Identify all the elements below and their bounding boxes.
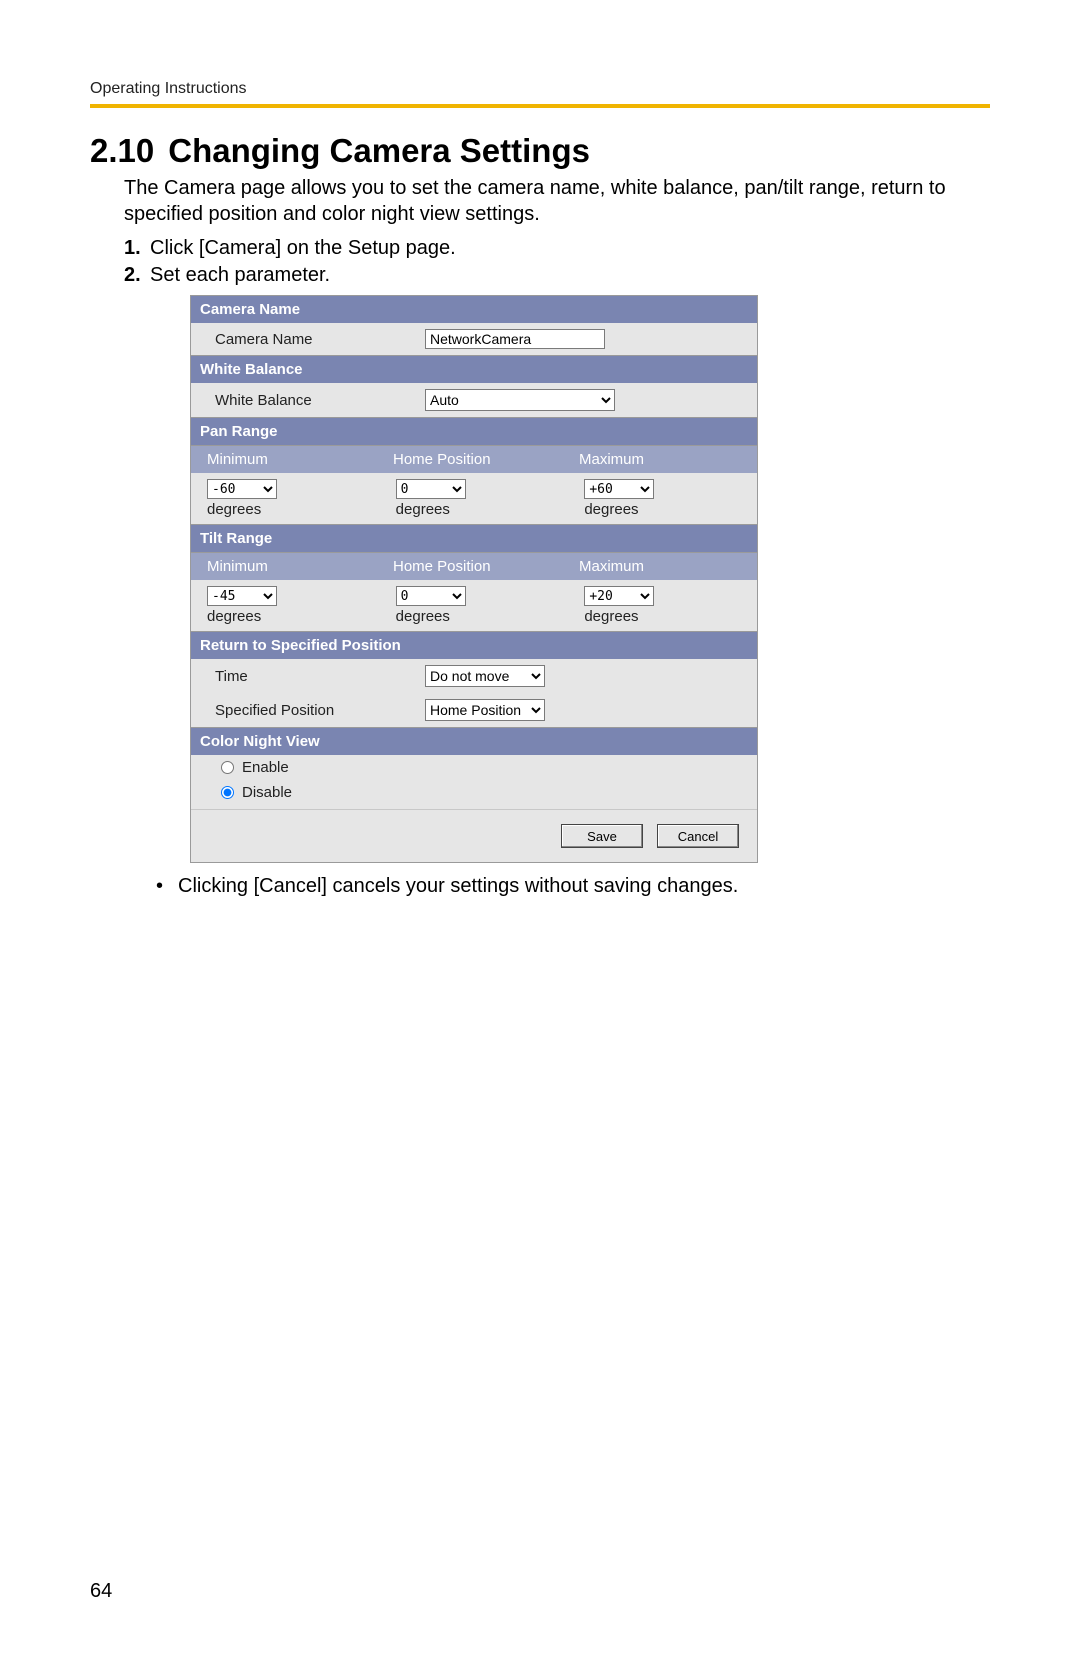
pan-home-select[interactable]: 0 [396, 479, 466, 499]
settings-panel-wrap: Camera Name Camera Name White Balance Wh… [190, 295, 990, 863]
white-balance-label: White Balance [215, 392, 425, 409]
camera-name-header: Camera Name [191, 295, 757, 323]
night-view-enable-label: Enable [242, 759, 289, 776]
tilt-min-unit: degrees [207, 608, 380, 625]
white-balance-select[interactable]: Auto [425, 389, 615, 411]
pan-min-select[interactable]: -60 [207, 479, 277, 499]
step-text: Click [Camera] on the Setup page. [150, 237, 456, 259]
tilt-min-col: Minimum [191, 553, 385, 580]
return-position-row: Specified Position Home Position [191, 693, 757, 727]
section-title: 2.10 Changing Camera Settings [90, 132, 990, 170]
step-number: 1. [124, 237, 150, 260]
night-view-enable-row: Enable [191, 755, 757, 780]
return-time-select[interactable]: Do not move [425, 665, 545, 687]
pan-max-unit: degrees [584, 501, 757, 518]
step-2: 2.Set each parameter. [124, 264, 990, 287]
pan-range-values: -60 degrees 0 degrees +60 degrees [191, 473, 757, 524]
save-button[interactable]: Save [561, 824, 643, 848]
pan-min-cell: -60 degrees [191, 479, 380, 518]
return-time-row: Time Do not move [191, 659, 757, 693]
tilt-max-unit: degrees [584, 608, 757, 625]
pan-min-unit: degrees [207, 501, 380, 518]
return-position-header: Return to Specified Position [191, 631, 757, 659]
camera-name-label: Camera Name [215, 331, 425, 348]
tilt-min-select[interactable]: -45 [207, 586, 277, 606]
intro-paragraph: The Camera page allows you to set the ca… [124, 176, 990, 227]
pan-max-select[interactable]: +60 [584, 479, 654, 499]
settings-panel: Camera Name Camera Name White Balance Wh… [190, 295, 758, 863]
bullet-icon: • [156, 875, 178, 898]
pan-min-col: Minimum [191, 446, 385, 473]
night-view-disable-label: Disable [242, 784, 292, 801]
section-title-text: Changing Camera Settings [168, 132, 590, 169]
night-view-enable-radio[interactable] [221, 761, 234, 774]
return-position-select[interactable]: Home Position [425, 699, 545, 721]
cancel-button[interactable]: Cancel [657, 824, 739, 848]
step-number: 2. [124, 264, 150, 287]
night-view-disable-row: Disable [191, 780, 757, 805]
night-view-disable-radio[interactable] [221, 786, 234, 799]
tilt-home-unit: degrees [396, 608, 569, 625]
camera-name-input[interactable] [425, 329, 605, 349]
pan-home-cell: 0 degrees [380, 479, 569, 518]
tilt-range-values: -45 degrees 0 degrees +20 degrees [191, 580, 757, 631]
note-text: Clicking [Cancel] cancels your settings … [178, 875, 738, 897]
pan-range-header: Pan Range [191, 417, 757, 445]
gold-rule [90, 104, 990, 108]
tilt-home-col: Home Position [385, 553, 571, 580]
tilt-min-cell: -45 degrees [191, 586, 380, 625]
note-bullet: •Clicking [Cancel] cancels your settings… [156, 875, 990, 898]
return-position-label: Specified Position [215, 702, 425, 719]
night-view-header: Color Night View [191, 727, 757, 755]
section-number: 2.10 [90, 132, 154, 170]
pan-max-cell: +60 degrees [568, 479, 757, 518]
step-1: 1.Click [Camera] on the Setup page. [124, 237, 990, 260]
running-header: Operating Instructions [90, 80, 990, 98]
document-page: Operating Instructions 2.10 Changing Came… [0, 0, 1080, 1669]
tilt-range-columns: Minimum Home Position Maximum [191, 552, 757, 580]
pan-max-col: Maximum [571, 446, 757, 473]
white-balance-header: White Balance [191, 355, 757, 383]
page-number: 64 [90, 1580, 112, 1603]
tilt-home-select[interactable]: 0 [396, 586, 466, 606]
tilt-max-cell: +20 degrees [568, 586, 757, 625]
pan-home-unit: degrees [396, 501, 569, 518]
button-bar: Save Cancel [191, 809, 757, 862]
tilt-range-header: Tilt Range [191, 524, 757, 552]
white-balance-row: White Balance Auto [191, 383, 757, 417]
step-text: Set each parameter. [150, 264, 330, 286]
tilt-home-cell: 0 degrees [380, 586, 569, 625]
camera-name-row: Camera Name [191, 323, 757, 355]
step-list: 1.Click [Camera] on the Setup page. 2.Se… [124, 237, 990, 287]
tilt-max-col: Maximum [571, 553, 757, 580]
pan-home-col: Home Position [385, 446, 571, 473]
pan-range-columns: Minimum Home Position Maximum [191, 445, 757, 473]
tilt-max-select[interactable]: +20 [584, 586, 654, 606]
return-time-label: Time [215, 668, 425, 685]
